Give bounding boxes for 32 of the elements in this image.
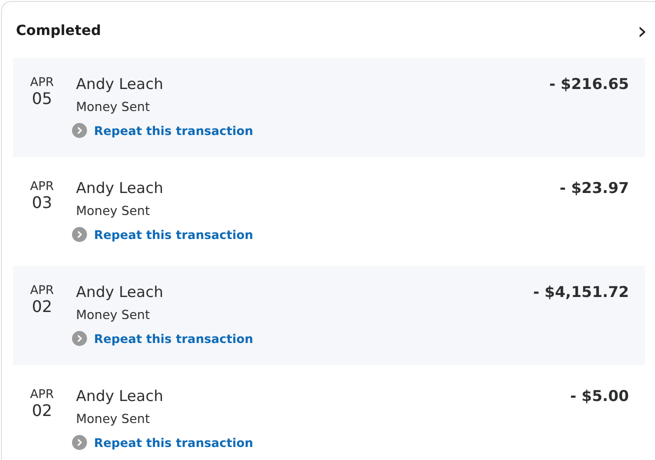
date-day: 05: [32, 89, 52, 109]
date-month: APR: [30, 387, 54, 401]
transaction-type: Money Sent: [76, 307, 151, 322]
section-title: Completed: [16, 23, 102, 39]
chevron-circle-icon[interactable]: [72, 123, 87, 138]
amount: - $216.65: [549, 75, 629, 95]
payee-name: Andy Leach: [76, 283, 164, 301]
chevron-circle-icon[interactable]: [72, 435, 87, 450]
date-month: APR: [30, 283, 54, 297]
transaction-type: Money Sent: [76, 411, 151, 426]
amount: - $5.00: [570, 387, 629, 407]
chevron-circle-icon[interactable]: [72, 227, 87, 242]
transaction-row[interactable]: APR 05 Andy Leach Money Sent Repeat this transaction - $216.65: [13, 58, 645, 157]
transaction-row[interactable]: APR 02 Andy Leach Money Sent Repeat this transaction - $4,151.72: [13, 266, 645, 365]
payee-name: Andy Leach: [76, 387, 164, 405]
repeat-link[interactable]: Repeat this transaction: [94, 228, 254, 242]
chevron-icon[interactable]: ›: [637, 19, 647, 43]
payee-name: Andy Leach: [76, 75, 164, 93]
repeat-link[interactable]: Repeat this transaction: [94, 436, 254, 450]
repeat-link[interactable]: Repeat this transaction: [94, 332, 254, 346]
date-month: APR: [30, 179, 54, 193]
transaction-type: Money Sent: [76, 203, 151, 218]
date-month: APR: [30, 75, 54, 89]
transaction-type: Money Sent: [76, 99, 151, 114]
amount: - $23.97: [560, 179, 629, 199]
repeat-link[interactable]: Repeat this transaction: [94, 124, 254, 138]
date-day: 02: [32, 297, 52, 317]
chevron-circle-icon[interactable]: [72, 331, 87, 346]
date-day: 02: [32, 401, 52, 421]
date-day: 03: [32, 193, 52, 213]
payee-name: Andy Leach: [76, 179, 164, 197]
amount: - $4,151.72: [533, 283, 629, 303]
